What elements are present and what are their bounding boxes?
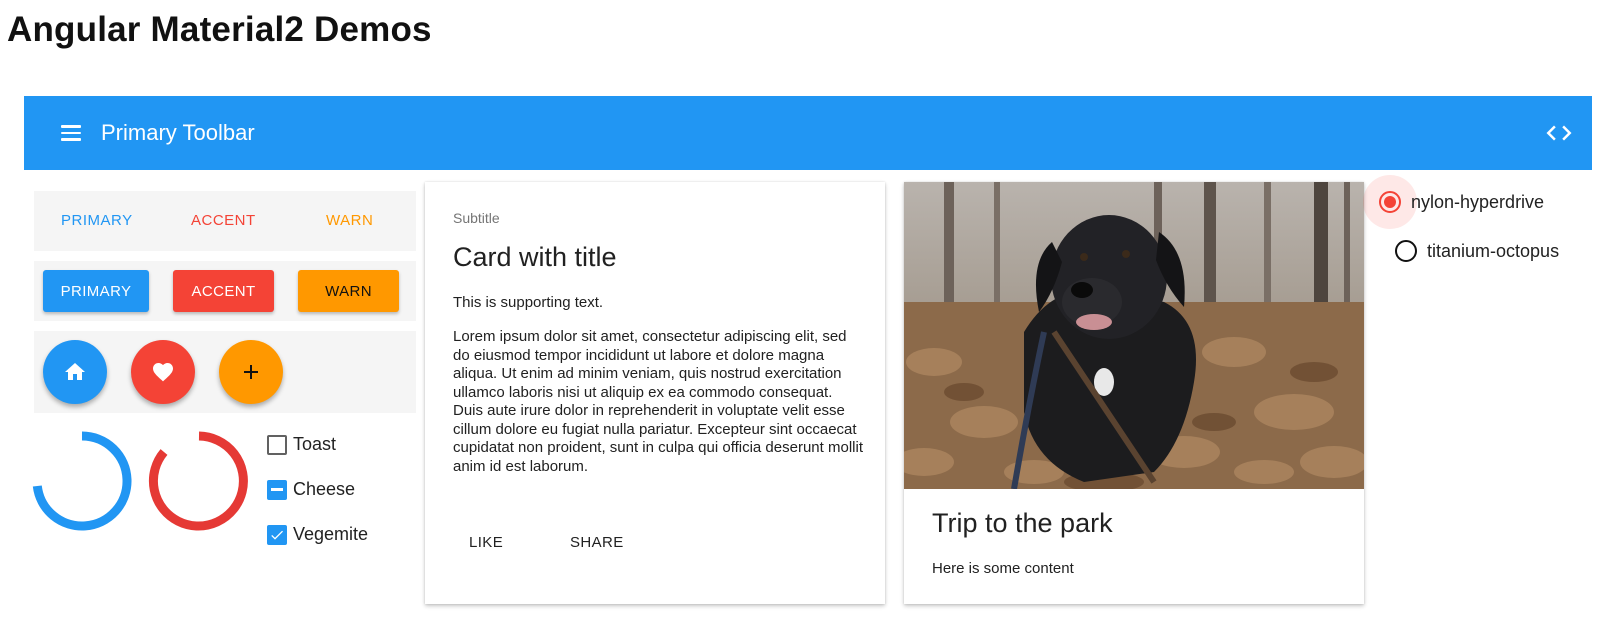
- flat-warn-button[interactable]: WARN: [326, 212, 373, 229]
- card-title: Trip to the park: [932, 508, 1113, 538]
- radio-label: titanium-octopus: [1427, 240, 1560, 261]
- checkbox-vegemite[interactable]: Vegemite: [267, 524, 368, 545]
- heart-icon: [153, 363, 173, 382]
- checkbox-label: Vegemite: [293, 524, 369, 544]
- home-icon: [65, 363, 85, 380]
- checkbox-unchecked-icon: [267, 434, 287, 455]
- fab-row: [34, 331, 416, 413]
- favorite-fab-button[interactable]: [131, 340, 195, 404]
- progress-spinner-primary: [29, 428, 135, 534]
- dog-photo: [904, 182, 1364, 489]
- share-button[interactable]: SHARE: [570, 534, 624, 551]
- progress-spinner-accent: [146, 428, 252, 534]
- checkbox-label: Toast: [293, 434, 337, 454]
- menu-icon[interactable]: [61, 120, 87, 146]
- flat-accent-button[interactable]: ACCENT: [191, 212, 256, 229]
- card-supporting-text: This is supporting text.: [453, 294, 604, 311]
- home-fab-button[interactable]: [43, 340, 107, 404]
- like-button[interactable]: LIKE: [469, 534, 503, 551]
- flat-buttons-row: PRIMARY ACCENT WARN: [34, 191, 416, 251]
- checkbox-indeterminate-icon: [267, 479, 287, 500]
- raised-accent-button[interactable]: ACCENT: [173, 270, 274, 312]
- radio-nylon-hyperdrive[interactable]: nylon-hyperdrive: [1363, 175, 1545, 229]
- card-title: Card with title: [453, 242, 617, 272]
- checkbox-checked-icon: [267, 524, 287, 545]
- code-icon[interactable]: [1544, 118, 1574, 148]
- card-content: Here is some content: [932, 560, 1074, 577]
- checkbox-label: Cheese: [293, 479, 356, 499]
- checkbox-cheese[interactable]: Cheese: [267, 479, 355, 500]
- trip-card: Trip to the park Here is some content: [904, 182, 1364, 604]
- card-body-text: Lorem ipsum dolor sit amet, consectetur …: [453, 328, 863, 475]
- card-subtitle: Subtitle: [453, 210, 500, 226]
- primary-toolbar: Primary Toolbar: [24, 96, 1592, 170]
- raised-buttons-row: PRIMARY ACCENT WARN: [34, 261, 416, 321]
- radio-label: nylon-hyperdrive: [1411, 191, 1545, 212]
- radio-checked-icon: [1379, 191, 1401, 213]
- toolbar-title: Primary Toolbar: [101, 120, 255, 145]
- page-title: Angular Material2 Demos: [7, 10, 432, 49]
- radio-unchecked-icon: [1395, 240, 1417, 262]
- raised-primary-button[interactable]: PRIMARY: [43, 270, 149, 312]
- radio-titanium-octopus[interactable]: titanium-octopus: [1395, 240, 1559, 262]
- raised-warn-button[interactable]: WARN: [298, 270, 399, 312]
- flat-primary-button[interactable]: PRIMARY: [61, 212, 133, 229]
- add-icon: [244, 365, 258, 379]
- add-fab-button[interactable]: [219, 340, 283, 404]
- checkbox-toast[interactable]: Toast: [267, 434, 336, 455]
